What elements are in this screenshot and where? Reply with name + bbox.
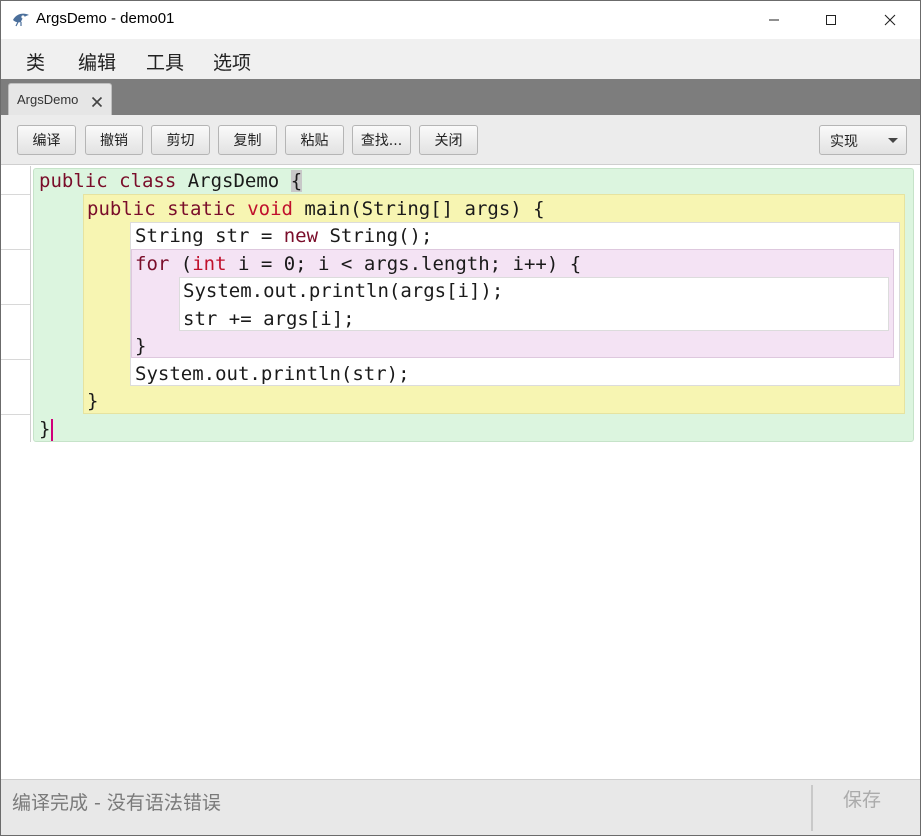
chevron-down-icon bbox=[888, 138, 898, 143]
gutter-divider bbox=[1, 249, 30, 250]
maximize-button[interactable] bbox=[808, 1, 854, 39]
gutter-divider bbox=[1, 359, 30, 360]
undo-button[interactable]: 撤销 bbox=[85, 125, 143, 155]
code-line: } bbox=[39, 417, 54, 441]
paste-button[interactable]: 粘贴 bbox=[285, 125, 344, 155]
save-status: 保存 bbox=[843, 789, 882, 811]
code-editor[interactable]: public class ArgsDemo { public static vo… bbox=[1, 166, 920, 779]
menu-edit[interactable]: 编辑 bbox=[78, 48, 116, 75]
window-title: ArgsDemo - demo01 bbox=[36, 10, 175, 27]
close-icon bbox=[884, 14, 896, 26]
minimize-icon bbox=[769, 19, 779, 21]
code-line: for (int i = 0; i < args.length; i++) { bbox=[135, 253, 582, 275]
gutter-divider bbox=[1, 304, 30, 305]
view-select-value: 实现 bbox=[830, 134, 858, 150]
menu-tools[interactable]: 工具 bbox=[146, 48, 184, 75]
menu-class[interactable]: 类 bbox=[26, 48, 45, 75]
title-bar: ArgsDemo - demo01 bbox=[1, 1, 920, 39]
close-button[interactable] bbox=[867, 1, 913, 39]
toolbar: 编译 撤销 剪切 复制 粘贴 查找... 关闭 实现 bbox=[1, 115, 920, 165]
view-select[interactable]: 实现 bbox=[819, 125, 907, 155]
menu-options[interactable]: 选项 bbox=[213, 48, 251, 75]
status-message: 编译完成 - 没有语法错误 bbox=[12, 792, 221, 814]
minimize-button[interactable] bbox=[751, 1, 797, 39]
status-divider bbox=[811, 785, 813, 831]
copy-button[interactable]: 复制 bbox=[218, 125, 277, 155]
text-caret bbox=[51, 418, 54, 441]
code-line: str += args[i]; bbox=[183, 308, 355, 330]
code-line: public class ArgsDemo { bbox=[39, 170, 303, 192]
tab-argsdemo[interactable]: ArgsDemo bbox=[8, 83, 112, 115]
cut-button[interactable]: 剪切 bbox=[151, 125, 210, 155]
code-line: String str = new String(); bbox=[135, 225, 433, 247]
code-line: System.out.println(args[i]); bbox=[183, 280, 504, 302]
menu-bar: 类 编辑 工具 选项 bbox=[1, 39, 920, 79]
tab-strip: ArgsDemo bbox=[1, 79, 920, 115]
gutter-divider bbox=[1, 414, 30, 415]
tab-close-icon[interactable] bbox=[91, 93, 103, 108]
code-line: } bbox=[87, 390, 99, 412]
bird-eye-icon bbox=[12, 11, 30, 27]
compile-button[interactable]: 编译 bbox=[17, 125, 76, 155]
tab-label: ArgsDemo bbox=[17, 92, 79, 107]
close-editor-button[interactable]: 关闭 bbox=[419, 125, 478, 155]
find-button[interactable]: 查找... bbox=[352, 125, 411, 155]
gutter-divider bbox=[1, 194, 30, 195]
maximize-icon bbox=[826, 15, 836, 25]
code-line: public static void main(String[] args) { bbox=[87, 198, 545, 220]
code-line: } bbox=[135, 335, 147, 357]
line-gutter bbox=[1, 166, 31, 442]
app-window: ArgsDemo - demo01 类 编辑 工具 选项 ArgsDemo 编译… bbox=[0, 0, 921, 836]
status-bar: 编译完成 - 没有语法错误 保存 bbox=[1, 779, 920, 835]
code-line: System.out.println(str); bbox=[135, 363, 410, 385]
